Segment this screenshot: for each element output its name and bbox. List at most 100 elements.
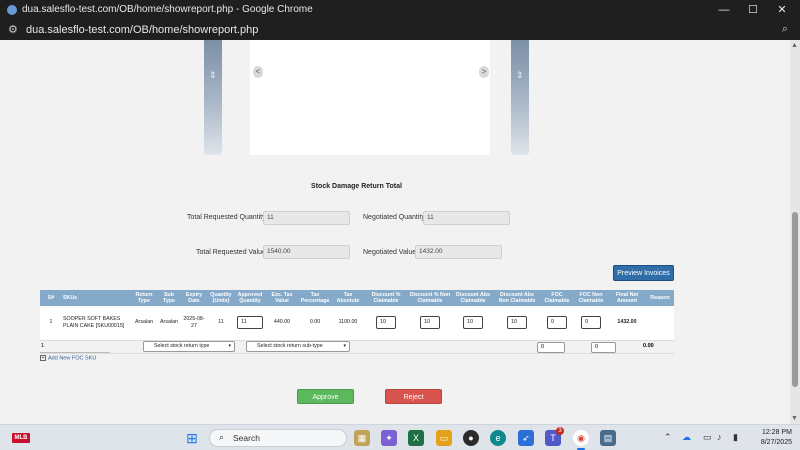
total-requested-quantity-label: Total Requested Quantity [187, 214, 266, 221]
approved-quantity-input[interactable]: 11 [237, 316, 263, 330]
col-header: Sub Type [158, 290, 180, 306]
plus-icon: + [40, 355, 46, 361]
col-header: Approved Quantity [234, 290, 266, 306]
feather-app-icon[interactable]: ➶ [518, 430, 534, 446]
taskbar-clock[interactable]: 12:28 PM 8/27/2025 [752, 428, 792, 448]
col-header: S# [40, 290, 62, 306]
left-slider-panel[interactable]: ⇕ [204, 40, 222, 155]
search-icon: ⌕ [219, 432, 225, 442]
image-viewer: < > [250, 40, 490, 155]
row-final-net-amount: 1432.00 [608, 306, 646, 341]
discount-abs-non-claimable-cell: 10 [494, 306, 540, 341]
chrome-icon[interactable]: ◉ [573, 430, 589, 446]
row-exc-tax-value: 440.00 [266, 306, 298, 341]
slider-handle-icon: ⇕ [209, 70, 217, 80]
row-quantity: 11 [208, 306, 234, 341]
totals-row: 1 Select stock return type ▾ Select stoc… [40, 340, 674, 354]
windows-taskbar: MLB ⊞ ⌕ Search ▦ ✦ X ▭ ● e ➶ T 3 ◉ ▤ ⌃ ☁… [0, 424, 800, 450]
col-header: FOC Claimable [540, 290, 574, 306]
discount-pct-claimable-cell: 10 [364, 306, 408, 341]
stock-return-subtype-select[interactable]: Select stock return sub-type ▾ [246, 341, 350, 352]
excel-icon[interactable]: X [408, 430, 424, 446]
table-header-row: S# SKUs Return Type Sub Type Expiry Date… [40, 290, 674, 306]
approved-quantity-cell: 11 [234, 306, 266, 341]
clock-time: 12:28 PM [762, 429, 792, 436]
volume-icon[interactable]: ♪ [717, 432, 722, 442]
scroll-up-icon[interactable]: ▲ [791, 42, 798, 49]
col-header: Tax Percentage [298, 290, 332, 306]
col-header: Exc. Tax Value [266, 290, 298, 306]
file-explorer-icon[interactable]: ▭ [436, 430, 452, 446]
totals-count: 1 [41, 343, 45, 349]
preview-invoices-button[interactable]: Preview Invoices [613, 265, 674, 281]
prev-image-button[interactable]: < [253, 66, 263, 78]
zoom-icon[interactable]: ⌕ [782, 23, 788, 36]
next-image-button[interactable]: > [479, 66, 489, 78]
approve-button[interactable]: Approve [297, 389, 354, 404]
url-text[interactable]: dua.salesflo-test.com/OB/home/showreport… [26, 24, 258, 36]
count-underline [40, 352, 110, 353]
chevron-down-icon: ▾ [343, 343, 346, 349]
total-requested-quantity-field: 11 [263, 211, 350, 225]
stock-return-type-select[interactable]: Select stock return type ▾ [143, 341, 235, 352]
col-header: Discount Abs Claimable [452, 290, 494, 306]
row-reason [646, 306, 674, 341]
stock-return-table: S# SKUs Return Type Sub Type Expiry Date… [40, 290, 674, 341]
browser-title-bar: dua.salesflo-test.com/OB/home/showreport… [0, 0, 800, 20]
chevron-up-icon[interactable]: ⌃ [664, 432, 672, 443]
widgets-app-icon[interactable]: ▦ [354, 430, 370, 446]
col-header: Quantity (Units) [208, 290, 234, 306]
add-foc-label: Add New FOC SKU [48, 355, 97, 362]
media-app-icon[interactable]: ● [463, 430, 479, 446]
scroll-down-icon[interactable]: ▼ [791, 415, 798, 422]
row-sku: SOOPER SOFT BAKES PLAIN CAKE [SKU00015] [62, 306, 130, 341]
calculator-icon[interactable]: ▤ [600, 430, 616, 446]
negotiated-quantity-label: Negotiated Quantity [363, 214, 425, 221]
section-title: Stock Damage Return Total [311, 183, 402, 190]
col-header: Reason [646, 290, 674, 306]
site-info-icon[interactable]: ⚙ [8, 23, 18, 36]
negotiated-value-label: Negotiated Value [363, 249, 417, 256]
page-scrollbar[interactable]: ▲ ▼ [790, 40, 800, 424]
chevron-down-icon: ▾ [228, 343, 231, 349]
total-foc-claimable-input[interactable]: 0 [537, 342, 565, 353]
onedrive-cloud-icon[interactable]: ☁ [682, 432, 691, 443]
slider-handle-icon: ⇕ [516, 70, 524, 80]
negotiated-quantity-field: 11 [423, 211, 510, 225]
row-expiry-date: 2025-08-27 [180, 306, 208, 341]
battery-icon[interactable]: ▮ [733, 432, 738, 443]
row-serial: 1 [40, 306, 62, 341]
close-button[interactable]: ✕ [771, 2, 793, 18]
report-page: ⇕ < > ⇕ Stock Damage Return Total Total … [0, 40, 800, 424]
foc-non-claimable-cell: 0 [574, 306, 608, 341]
add-foc-sku-link[interactable]: + Add New FOC SKU [40, 355, 96, 361]
row-tax-percentage: 0.00 [298, 306, 332, 341]
copilot-icon[interactable]: ✦ [381, 430, 397, 446]
discount-abs-claimable-input[interactable]: 10 [463, 316, 483, 330]
total-foc-non-claimable-input[interactable]: 0 [591, 342, 616, 353]
discount-pct-non-claimable-input[interactable]: 10 [420, 316, 440, 330]
foc-claimable-cell: 0 [540, 306, 574, 341]
site-favicon-icon [7, 5, 17, 15]
discount-pct-claimable-input[interactable]: 10 [376, 316, 396, 330]
minimize-button[interactable]: — [713, 2, 735, 18]
col-header: Final Net Amount [608, 290, 646, 306]
scrollbar-thumb[interactable] [792, 212, 798, 387]
col-header: Discount Abs Non Claimable [494, 290, 540, 306]
col-header: SKUs [62, 290, 130, 306]
reject-button[interactable]: Reject [385, 389, 442, 404]
maximize-button[interactable]: ☐ [742, 2, 764, 18]
display-icon[interactable]: ▭ [703, 432, 712, 443]
discount-abs-non-claimable-input[interactable]: 10 [507, 316, 527, 330]
foc-non-claimable-input[interactable]: 0 [581, 316, 601, 330]
edge-icon[interactable]: e [490, 430, 506, 446]
taskbar-search-box[interactable]: ⌕ Search [209, 429, 347, 447]
col-header: Discount % Claimable [364, 290, 408, 306]
right-slider-panel[interactable]: ⇕ [511, 40, 529, 155]
negotiated-value-field: 1432.00 [415, 245, 502, 259]
col-header: Tax Absolute [332, 290, 364, 306]
windows-start-icon[interactable]: ⊞ [184, 430, 200, 446]
news-widget-icon[interactable]: MLB [12, 433, 30, 443]
search-placeholder: Search [233, 433, 260, 443]
foc-claimable-input[interactable]: 0 [547, 316, 567, 330]
